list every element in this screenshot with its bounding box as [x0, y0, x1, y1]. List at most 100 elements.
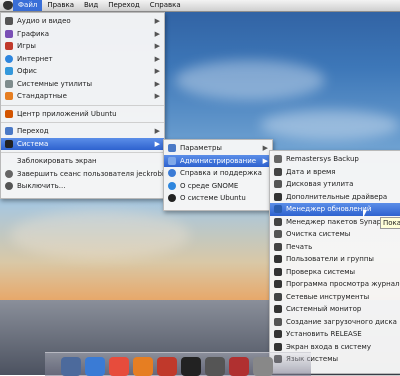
- arrow-right-icon: ▶: [154, 54, 160, 63]
- menu-item-accessories[interactable]: Стандартные ▶: [1, 90, 164, 103]
- arrow-right-icon: ▶: [154, 17, 160, 25]
- menu-item-audio-video[interactable]: Аудио и видео ▶: [1, 15, 164, 28]
- menu-item-admin[interactable]: Сетевые инструменты: [270, 291, 400, 304]
- graphics-icon: [5, 29, 13, 38]
- system-icon: [5, 139, 13, 148]
- audio-video-icon: [5, 17, 13, 26]
- menubar-file[interactable]: Файл: [13, 0, 43, 11]
- menu-item-admin[interactable]: Дата и время: [270, 166, 400, 179]
- separator: [1, 104, 164, 106]
- cleanup-icon: [274, 230, 282, 239]
- menu-item-system-tools[interactable]: Системные утилиты ▶: [1, 78, 164, 91]
- screenshot-icon[interactable]: [205, 357, 225, 376]
- menu-item-graphics[interactable]: Графика ▶: [1, 28, 164, 41]
- apple-icon: [168, 194, 176, 203]
- anchor-icon[interactable]: [61, 357, 81, 376]
- menu-item-office[interactable]: Офис ▶: [1, 65, 164, 78]
- menubar-help[interactable]: Справка: [145, 0, 186, 11]
- tooltip: Показ: [380, 217, 400, 229]
- menu-item-admin[interactable]: Дополнительные драйвера: [270, 191, 400, 204]
- applications-menu: Аудио и видео ▶ Графика ▶ Игры ▶ Интернет ▶ …: [0, 12, 187, 199]
- arrow-right-icon: ▶: [262, 156, 268, 165]
- arrow-right-icon: ▶: [262, 144, 268, 152]
- menu-item-admin[interactable]: Установить RELEASE: [270, 328, 400, 341]
- cloud: [10, 210, 190, 260]
- system-tools-icon: [5, 79, 13, 88]
- cloud: [175, 60, 325, 100]
- network-icon: [274, 292, 282, 301]
- opera-icon[interactable]: [157, 357, 177, 376]
- driver-icon: [274, 192, 282, 201]
- log-icon: [274, 280, 282, 289]
- administration-submenu: Remastersys Backup Дата и время Дисковая у…: [269, 150, 400, 374]
- disk-icon: [274, 180, 282, 189]
- folder-icon: [168, 156, 176, 165]
- dock: [45, 352, 311, 376]
- menu-item-software-center[interactable]: Центр приложений Ubuntu: [1, 108, 164, 121]
- separator: [1, 152, 164, 153]
- menu-item-help-support[interactable]: Справка и поддержка: [164, 167, 272, 180]
- menu-item-admin[interactable]: Создание загрузочного диска: [270, 316, 400, 329]
- menu-item-about-ubuntu[interactable]: О системе Ubuntu: [164, 192, 272, 205]
- chrome-icon[interactable]: [109, 357, 129, 376]
- menu-item-admin[interactable]: Печать: [270, 241, 400, 254]
- logout-icon: [5, 169, 13, 178]
- users-icon: [274, 255, 282, 264]
- office-icon: [5, 67, 13, 76]
- menubar-view[interactable]: Вид: [79, 0, 103, 11]
- menubar-edit[interactable]: Правка: [42, 0, 79, 11]
- system-submenu: Параметры ▶ Администрирование ▶ Справка и …: [163, 139, 273, 211]
- separator: [1, 122, 164, 123]
- login-screen-icon: [274, 342, 282, 351]
- menu-item-admin[interactable]: Менеджер обновлений: [270, 203, 400, 216]
- menu-item-admin[interactable]: Remastersys Backup: [270, 153, 400, 166]
- menu-item-admin[interactable]: Проверка системы: [270, 266, 400, 279]
- software-center-icon: [5, 109, 13, 118]
- update-icon: [274, 205, 282, 214]
- folder-icon: [5, 127, 13, 136]
- menu-item-logout[interactable]: Завершить сеанс пользователя jeckrobinso…: [1, 168, 187, 181]
- arrow-right-icon: ▶: [154, 79, 160, 88]
- clock-icon: [274, 167, 282, 176]
- help-icon: [168, 169, 176, 178]
- menu-item-internet[interactable]: Интернет ▶: [1, 53, 164, 66]
- menu-item-parameters[interactable]: Параметры ▶: [164, 142, 272, 155]
- menu-item-admin[interactable]: Программа просмотра журналов: [270, 278, 400, 291]
- mouse-cursor: [363, 210, 367, 218]
- info-icon: [168, 181, 176, 190]
- monitor-icon: [274, 305, 282, 314]
- finder-icon[interactable]: [85, 357, 105, 376]
- menu-item-admin[interactable]: Дисковая утилита: [270, 178, 400, 191]
- app-icon[interactable]: [229, 357, 249, 376]
- menu-item-admin[interactable]: Пользователи и группы: [270, 253, 400, 266]
- menu-item-lock-screen[interactable]: Заблокировать экран: [1, 155, 164, 168]
- menu-bar: Файл Правка Вид Переход Справка: [0, 0, 400, 12]
- menu-item-games[interactable]: Игры ▶: [1, 40, 164, 53]
- arrow-right-icon: ▶: [154, 67, 160, 75]
- install-icon: [274, 330, 282, 339]
- arrow-right-icon: ▶: [154, 92, 160, 100]
- accessories-icon: [5, 92, 13, 101]
- games-icon: [5, 42, 13, 51]
- synaptic-icon: [274, 217, 282, 226]
- menu-item-administration[interactable]: Администрирование ▶: [164, 154, 272, 167]
- trash-icon[interactable]: [253, 357, 273, 376]
- firefox-icon[interactable]: [133, 357, 153, 376]
- menu-item-admin[interactable]: Очистка системы: [270, 228, 400, 241]
- check-icon: [274, 267, 282, 276]
- lock-icon: [5, 157, 13, 165]
- menu-item-go[interactable]: Переход ▶: [1, 125, 164, 138]
- apple-menu-icon[interactable]: [3, 1, 13, 10]
- arrow-right-icon: ▶: [154, 127, 160, 135]
- menu-item-shutdown[interactable]: Выключить...: [1, 180, 164, 193]
- terminal-icon[interactable]: [181, 357, 201, 376]
- internet-icon: [5, 54, 13, 63]
- menubar-go[interactable]: Переход: [103, 0, 145, 11]
- menu-item-admin[interactable]: Системный монитор: [270, 303, 400, 316]
- menu-item-system[interactable]: Система ▶: [1, 137, 164, 150]
- backup-icon: [274, 155, 282, 164]
- folder-icon: [168, 144, 176, 153]
- arrow-right-icon: ▶: [154, 42, 160, 50]
- menu-item-about-gnome[interactable]: О среде GNOME: [164, 180, 272, 193]
- printer-icon: [274, 242, 282, 251]
